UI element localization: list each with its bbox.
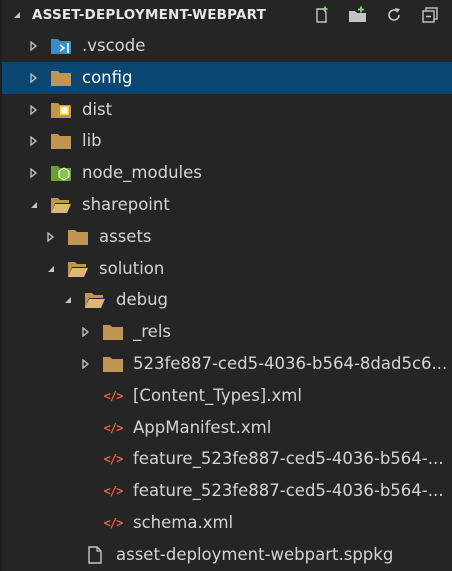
- chevron-down-icon[interactable]: [63, 295, 73, 305]
- folder-open-icon: [68, 260, 88, 278]
- chevron-down-icon[interactable]: [29, 200, 39, 210]
- chevron-right-icon[interactable]: [81, 358, 91, 369]
- node-folder-icon: [51, 164, 71, 182]
- tree-item-assets[interactable]: assets: [2, 221, 452, 253]
- xml-icon: </>: [103, 388, 124, 403]
- tree-item-label: node_modules: [82, 163, 202, 183]
- tree-item-feature-xml[interactable]: </> feature_523fe887-ced5-4036-b564-...: [2, 475, 452, 507]
- folder-icon: [103, 355, 123, 373]
- tree-item-label: debug: [116, 290, 169, 310]
- tree-item-label: lib: [82, 131, 102, 151]
- chevron-right-icon[interactable]: [29, 104, 39, 115]
- tree-item-label: sharepoint: [82, 194, 170, 214]
- tree-item-appmanifest-xml[interactable]: </> AppManifest.xml: [2, 412, 452, 444]
- folder-icon: [68, 228, 88, 246]
- chevron-right-icon[interactable]: [29, 41, 39, 51]
- collapse-all-icon[interactable]: [420, 5, 440, 25]
- file-icon: [85, 546, 105, 564]
- new-folder-icon[interactable]: [348, 5, 368, 25]
- explorer-title: ASSET-DEPLOYMENT-WEBPART: [32, 7, 267, 23]
- tree-item-content-types-xml[interactable]: </> [Content_Types].xml: [2, 380, 452, 412]
- xml-icon: </>: [103, 420, 124, 435]
- tree-item-label: dist: [82, 99, 113, 119]
- chevron-right-icon[interactable]: [81, 327, 91, 338]
- tree-item-label: 523fe887-ced5-4036-b564-8dad5c6...: [133, 353, 448, 373]
- explorer-actions: [312, 5, 440, 25]
- dist-folder-icon: [51, 101, 71, 119]
- chevron-right-icon[interactable]: [46, 231, 56, 242]
- explorer-header[interactable]: ASSET-DEPLOYMENT-WEBPART: [2, 0, 452, 30]
- tree-item-label: asset-deployment-webpart.sppkg: [116, 544, 394, 564]
- chevron-right-icon[interactable]: [29, 136, 39, 147]
- file-explorer: ASSET-DEPLOYMENT-WEBPART .vscode config …: [0, 0, 452, 571]
- tree-item-label: feature_523fe887-ced5-4036-b564-...: [133, 449, 444, 469]
- tree-item-sharepoint[interactable]: sharepoint: [2, 189, 452, 221]
- folder-icon: [103, 323, 123, 341]
- xml-icon: </>: [103, 452, 124, 467]
- tree-item-schema-xml[interactable]: </> schema.xml: [2, 507, 452, 539]
- tree-item-label: AppManifest.xml: [133, 417, 272, 437]
- folder-icon: [51, 132, 71, 150]
- chevron-down-icon[interactable]: [46, 264, 56, 274]
- tree-item-feature-xml[interactable]: </> feature_523fe887-ced5-4036-b564-...: [2, 443, 452, 475]
- tree-item-lib[interactable]: lib: [2, 125, 452, 157]
- tree-item-label: feature_523fe887-ced5-4036-b564-...: [133, 481, 444, 501]
- tree-item-sppkg[interactable]: asset-deployment-webpart.sppkg: [2, 539, 452, 571]
- tree-item-rels[interactable]: _rels: [2, 316, 452, 348]
- tree-item-node-modules[interactable]: node_modules: [2, 157, 452, 189]
- tree-item-label: [Content_Types].xml: [133, 385, 302, 405]
- file-tree: .vscode config dist lib node_modules sha…: [2, 30, 452, 571]
- chevron-right-icon[interactable]: [29, 168, 39, 179]
- tree-item-dist[interactable]: dist: [2, 94, 452, 126]
- folder-open-icon: [85, 291, 105, 309]
- xml-icon: </>: [103, 484, 124, 499]
- tree-item-solution[interactable]: solution: [2, 253, 452, 285]
- tree-item-label: .vscode: [82, 36, 146, 55]
- new-file-icon[interactable]: [312, 5, 332, 25]
- folder-icon: [51, 69, 71, 87]
- tree-item-debug[interactable]: debug: [2, 284, 452, 316]
- refresh-icon[interactable]: [384, 5, 404, 25]
- tree-item-config[interactable]: config: [2, 61, 452, 94]
- tree-item-label: config: [82, 67, 133, 87]
- tree-item-label: solution: [99, 258, 165, 278]
- tree-item-label: assets: [99, 226, 152, 246]
- collapse-section-chevron-icon[interactable]: [10, 8, 24, 22]
- tree-item-label: _rels: [133, 322, 172, 342]
- xml-icon: </>: [103, 515, 124, 530]
- folder-open-icon: [51, 196, 71, 214]
- vscode-folder-icon: [51, 37, 71, 55]
- tree-item-label: schema.xml: [133, 512, 234, 532]
- tree-item-vscode[interactable]: .vscode: [2, 30, 452, 62]
- chevron-right-icon[interactable]: [29, 72, 39, 83]
- tree-item-feature-folder[interactable]: 523fe887-ced5-4036-b564-8dad5c6...: [2, 348, 452, 380]
